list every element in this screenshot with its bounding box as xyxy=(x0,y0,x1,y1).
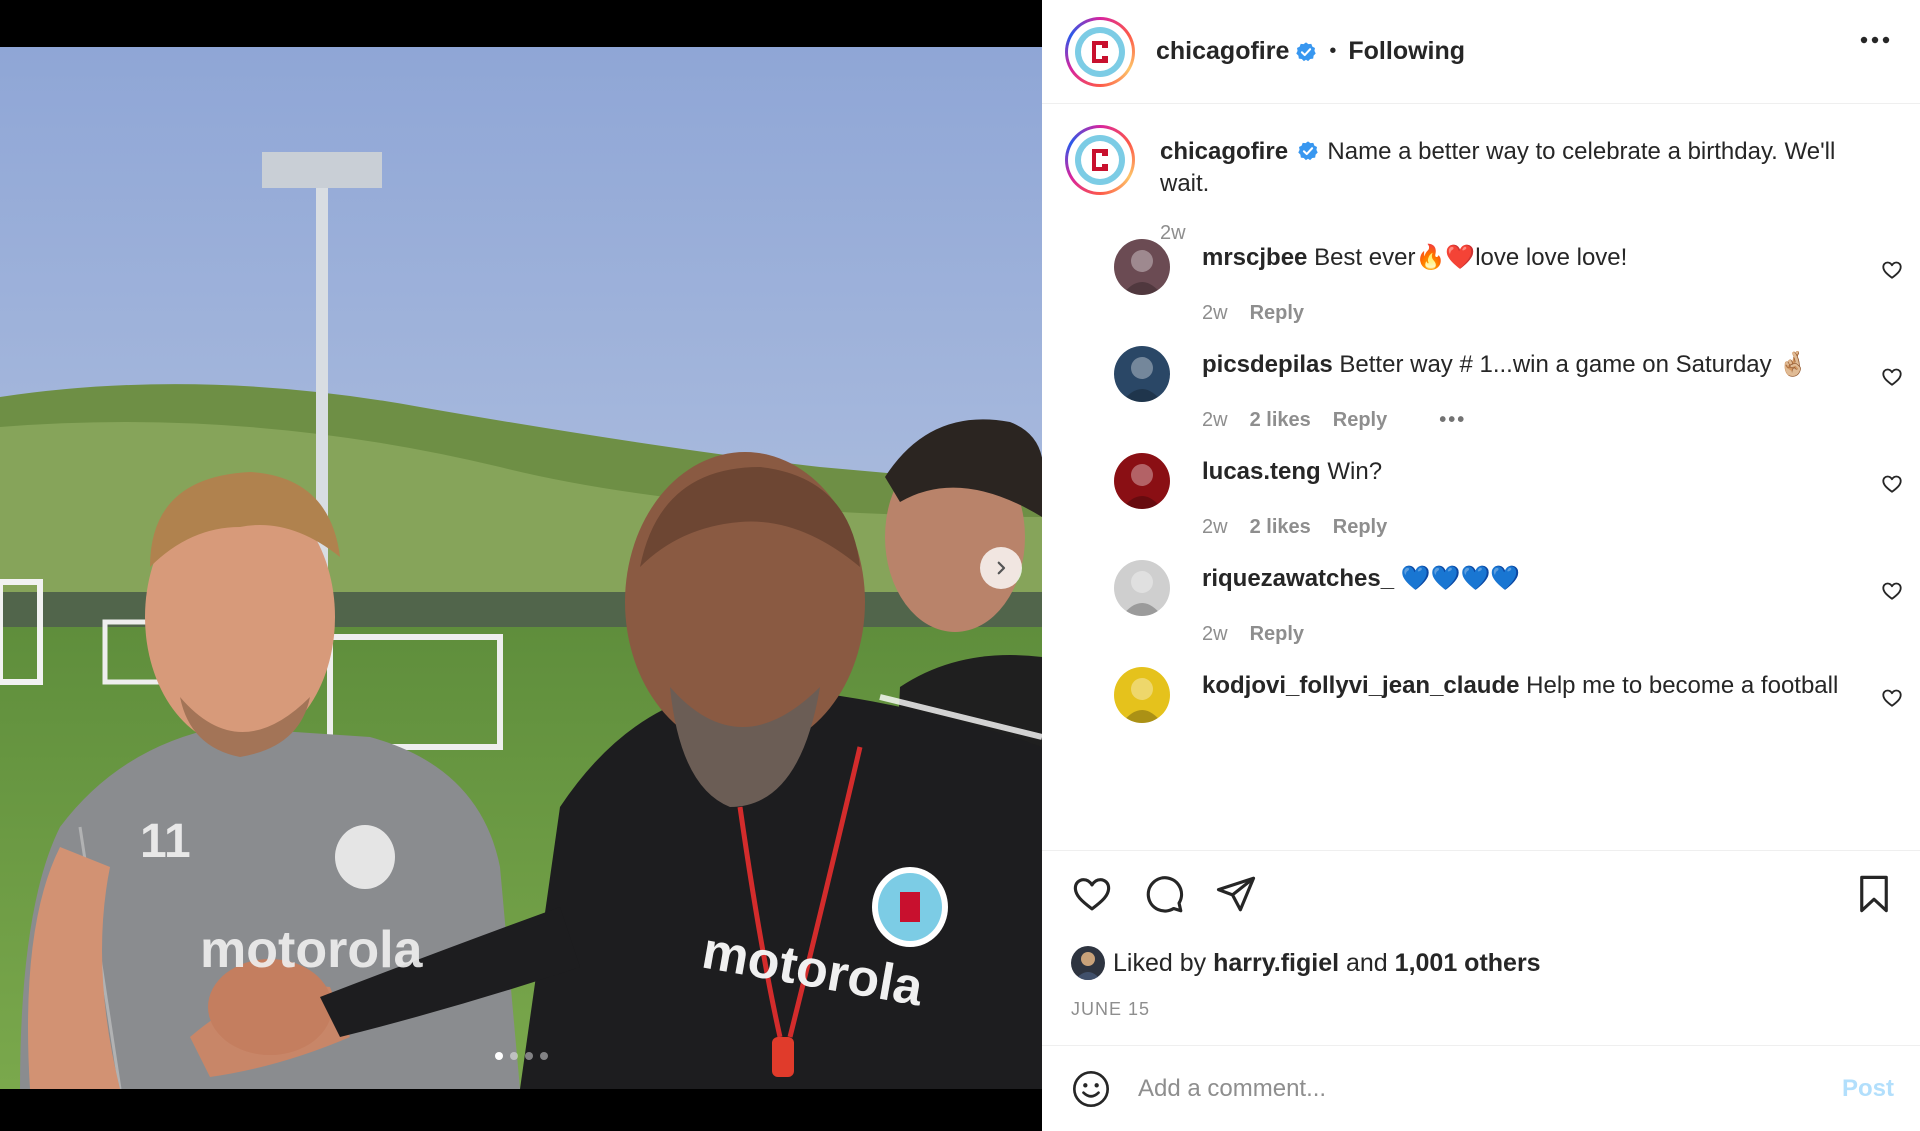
header-separator: • xyxy=(1329,40,1337,62)
carousel-dot xyxy=(494,1052,503,1060)
comment-meta: 2w 2 likes Reply ••• xyxy=(1202,409,1466,432)
comment-text-block: picsdepilas Better way # 1...win a game … xyxy=(1202,349,1808,381)
commenter-username[interactable]: mrscjbee xyxy=(1202,244,1307,271)
commenter-avatar[interactable] xyxy=(1114,239,1170,295)
bookmark-icon xyxy=(1860,875,1888,913)
save-button[interactable] xyxy=(1853,873,1895,920)
commenter-username[interactable]: picsdepilas xyxy=(1202,351,1333,378)
post-comment-button[interactable]: Post xyxy=(1842,1075,1894,1103)
comment-text-block: lucas.teng Win? xyxy=(1202,456,1382,488)
commenter-username[interactable]: kodjovi_follyvi_jean_claude xyxy=(1202,672,1519,699)
photo-illustration: motorola motorola 11 xyxy=(0,47,1042,1089)
caption-author-avatar[interactable] xyxy=(1065,125,1135,195)
comments-list[interactable]: chicagofire Name a better way to celebra… xyxy=(1042,105,1920,849)
comment-text: Win? xyxy=(1327,458,1383,485)
avatar-image xyxy=(1122,357,1162,402)
carousel-dot xyxy=(524,1052,533,1060)
comment-meta: 2w Reply xyxy=(1202,623,1304,646)
post-header: chicagofire • Following xyxy=(1042,0,1920,104)
commenter-avatar[interactable] xyxy=(1114,346,1170,402)
comment-text-block: mrscjbee Best ever🔥❤️love love love! xyxy=(1202,242,1627,274)
comment-meta: 2w 2 likes Reply xyxy=(1202,516,1387,539)
comment-reply-button[interactable]: Reply xyxy=(1250,302,1304,325)
post-date: JUNE 15 xyxy=(1071,999,1151,1019)
comment-item: riquezawatches_ 💙💙💙💙 2w Reply xyxy=(1065,560,1905,670)
liked-by-user[interactable]: harry.figiel xyxy=(1213,949,1339,978)
comment-text: Best ever🔥❤️love love love! xyxy=(1314,244,1628,271)
liked-by-prefix: Liked by xyxy=(1113,948,1207,977)
comment-more-button[interactable]: ••• xyxy=(1439,409,1466,432)
avatar-image xyxy=(1122,678,1162,723)
avatar-image xyxy=(1122,571,1162,616)
caption-text-block: chicagofire Name a better way to celebra… xyxy=(1160,136,1860,200)
commenter-username[interactable]: riquezawatches_ xyxy=(1202,565,1394,592)
heart-icon xyxy=(1882,368,1902,386)
carousel-dot xyxy=(509,1052,518,1060)
comment-text: Help me to become a football xyxy=(1526,672,1839,699)
commenter-avatar[interactable] xyxy=(1114,453,1170,509)
comment-bubble-icon[interactable] xyxy=(1143,873,1185,915)
comment-reply-button[interactable]: Reply xyxy=(1333,516,1387,539)
comment-timestamp: 2w xyxy=(1202,409,1228,431)
comment-like-button[interactable] xyxy=(1881,580,1903,602)
comment-input[interactable] xyxy=(1138,1074,1798,1103)
smiley-icon[interactable] xyxy=(1071,1069,1111,1109)
comment-timestamp: 2w xyxy=(1202,302,1228,324)
post-actions: Liked by harry.figiel and 1,001 others J… xyxy=(1042,850,1920,1045)
post-detail-panel: chicagofire • Following chicagofire Name… xyxy=(1042,0,1920,1131)
comment-reply-button[interactable]: Reply xyxy=(1250,623,1304,646)
comment-like-button[interactable] xyxy=(1881,259,1903,281)
caption-username[interactable]: chicagofire xyxy=(1160,138,1288,165)
comment-text: Better way # 1...win a game on Saturday … xyxy=(1339,351,1809,378)
heart-icon xyxy=(1882,475,1902,493)
comment-timestamp: 2w xyxy=(1202,516,1228,538)
chicago-fire-logo-icon xyxy=(1075,26,1125,77)
heart-icon xyxy=(1882,261,1902,279)
comment-item: picsdepilas Better way # 1...win a game … xyxy=(1065,346,1905,456)
author-username[interactable]: chicagofire xyxy=(1156,37,1289,66)
carousel-next-button[interactable] xyxy=(980,547,1022,589)
heart-icon xyxy=(1882,689,1902,707)
comment-text-block: riquezawatches_ 💙💙💙💙 xyxy=(1202,563,1520,595)
avatar-image xyxy=(1122,464,1162,509)
comment-like-button[interactable] xyxy=(1881,473,1903,495)
carousel-dot xyxy=(539,1052,548,1060)
heart-icon xyxy=(1882,582,1902,600)
commenter-username[interactable]: lucas.teng xyxy=(1202,458,1321,485)
heart-icon[interactable] xyxy=(1071,873,1113,915)
chevron-right-icon xyxy=(997,561,1006,575)
following-button[interactable]: Following xyxy=(1348,37,1465,66)
more-horizontal-icon[interactable] xyxy=(1860,36,1890,44)
carousel-indicator xyxy=(0,1052,1042,1060)
commenter-avatar[interactable] xyxy=(1114,560,1170,616)
paper-plane-icon[interactable] xyxy=(1215,873,1257,915)
commenter-avatar[interactable] xyxy=(1114,667,1170,723)
comment-text-block: kodjovi_follyvi_jean_claude Help me to b… xyxy=(1202,670,1838,702)
likes-summary[interactable]: Liked by harry.figiel and 1,001 others xyxy=(1071,946,1541,980)
chicago-fire-logo-icon xyxy=(1075,135,1125,185)
liker-avatar[interactable] xyxy=(1071,946,1105,980)
comment-item: kodjovi_follyvi_jean_claude Help me to b… xyxy=(1065,667,1905,777)
likes-count[interactable]: 1,001 others xyxy=(1395,949,1541,978)
comment-item: lucas.teng Win? 2w 2 likes Reply xyxy=(1065,453,1905,563)
avatar-image xyxy=(1122,250,1162,295)
liked-by-and: and xyxy=(1346,948,1388,977)
comment-item: mrscjbee Best ever🔥❤️love love love! 2w R… xyxy=(1065,239,1905,349)
add-comment-bar: Post xyxy=(1042,1045,1920,1131)
svg-text:11: 11 xyxy=(140,815,191,868)
comment-like-button[interactable] xyxy=(1881,687,1903,709)
verified-badge-icon xyxy=(1296,41,1317,61)
comment-reply-button[interactable]: Reply xyxy=(1333,409,1387,432)
author-avatar[interactable] xyxy=(1065,16,1135,87)
comment-likes[interactable]: 2 likes xyxy=(1250,409,1311,432)
post-media: motorola motorola 11 xyxy=(0,0,1042,1131)
comment-meta: 2w Reply xyxy=(1202,302,1304,325)
post-photo[interactable]: motorola motorola 11 xyxy=(0,47,1042,1089)
comment-timestamp: 2w xyxy=(1202,623,1228,645)
comment-likes[interactable]: 2 likes xyxy=(1250,516,1311,539)
comment-text: 💙💙💙💙 xyxy=(1400,565,1521,592)
verified-badge-icon xyxy=(1298,141,1318,161)
svg-text:motorola: motorola xyxy=(200,921,424,979)
comment-like-button[interactable] xyxy=(1881,366,1903,388)
